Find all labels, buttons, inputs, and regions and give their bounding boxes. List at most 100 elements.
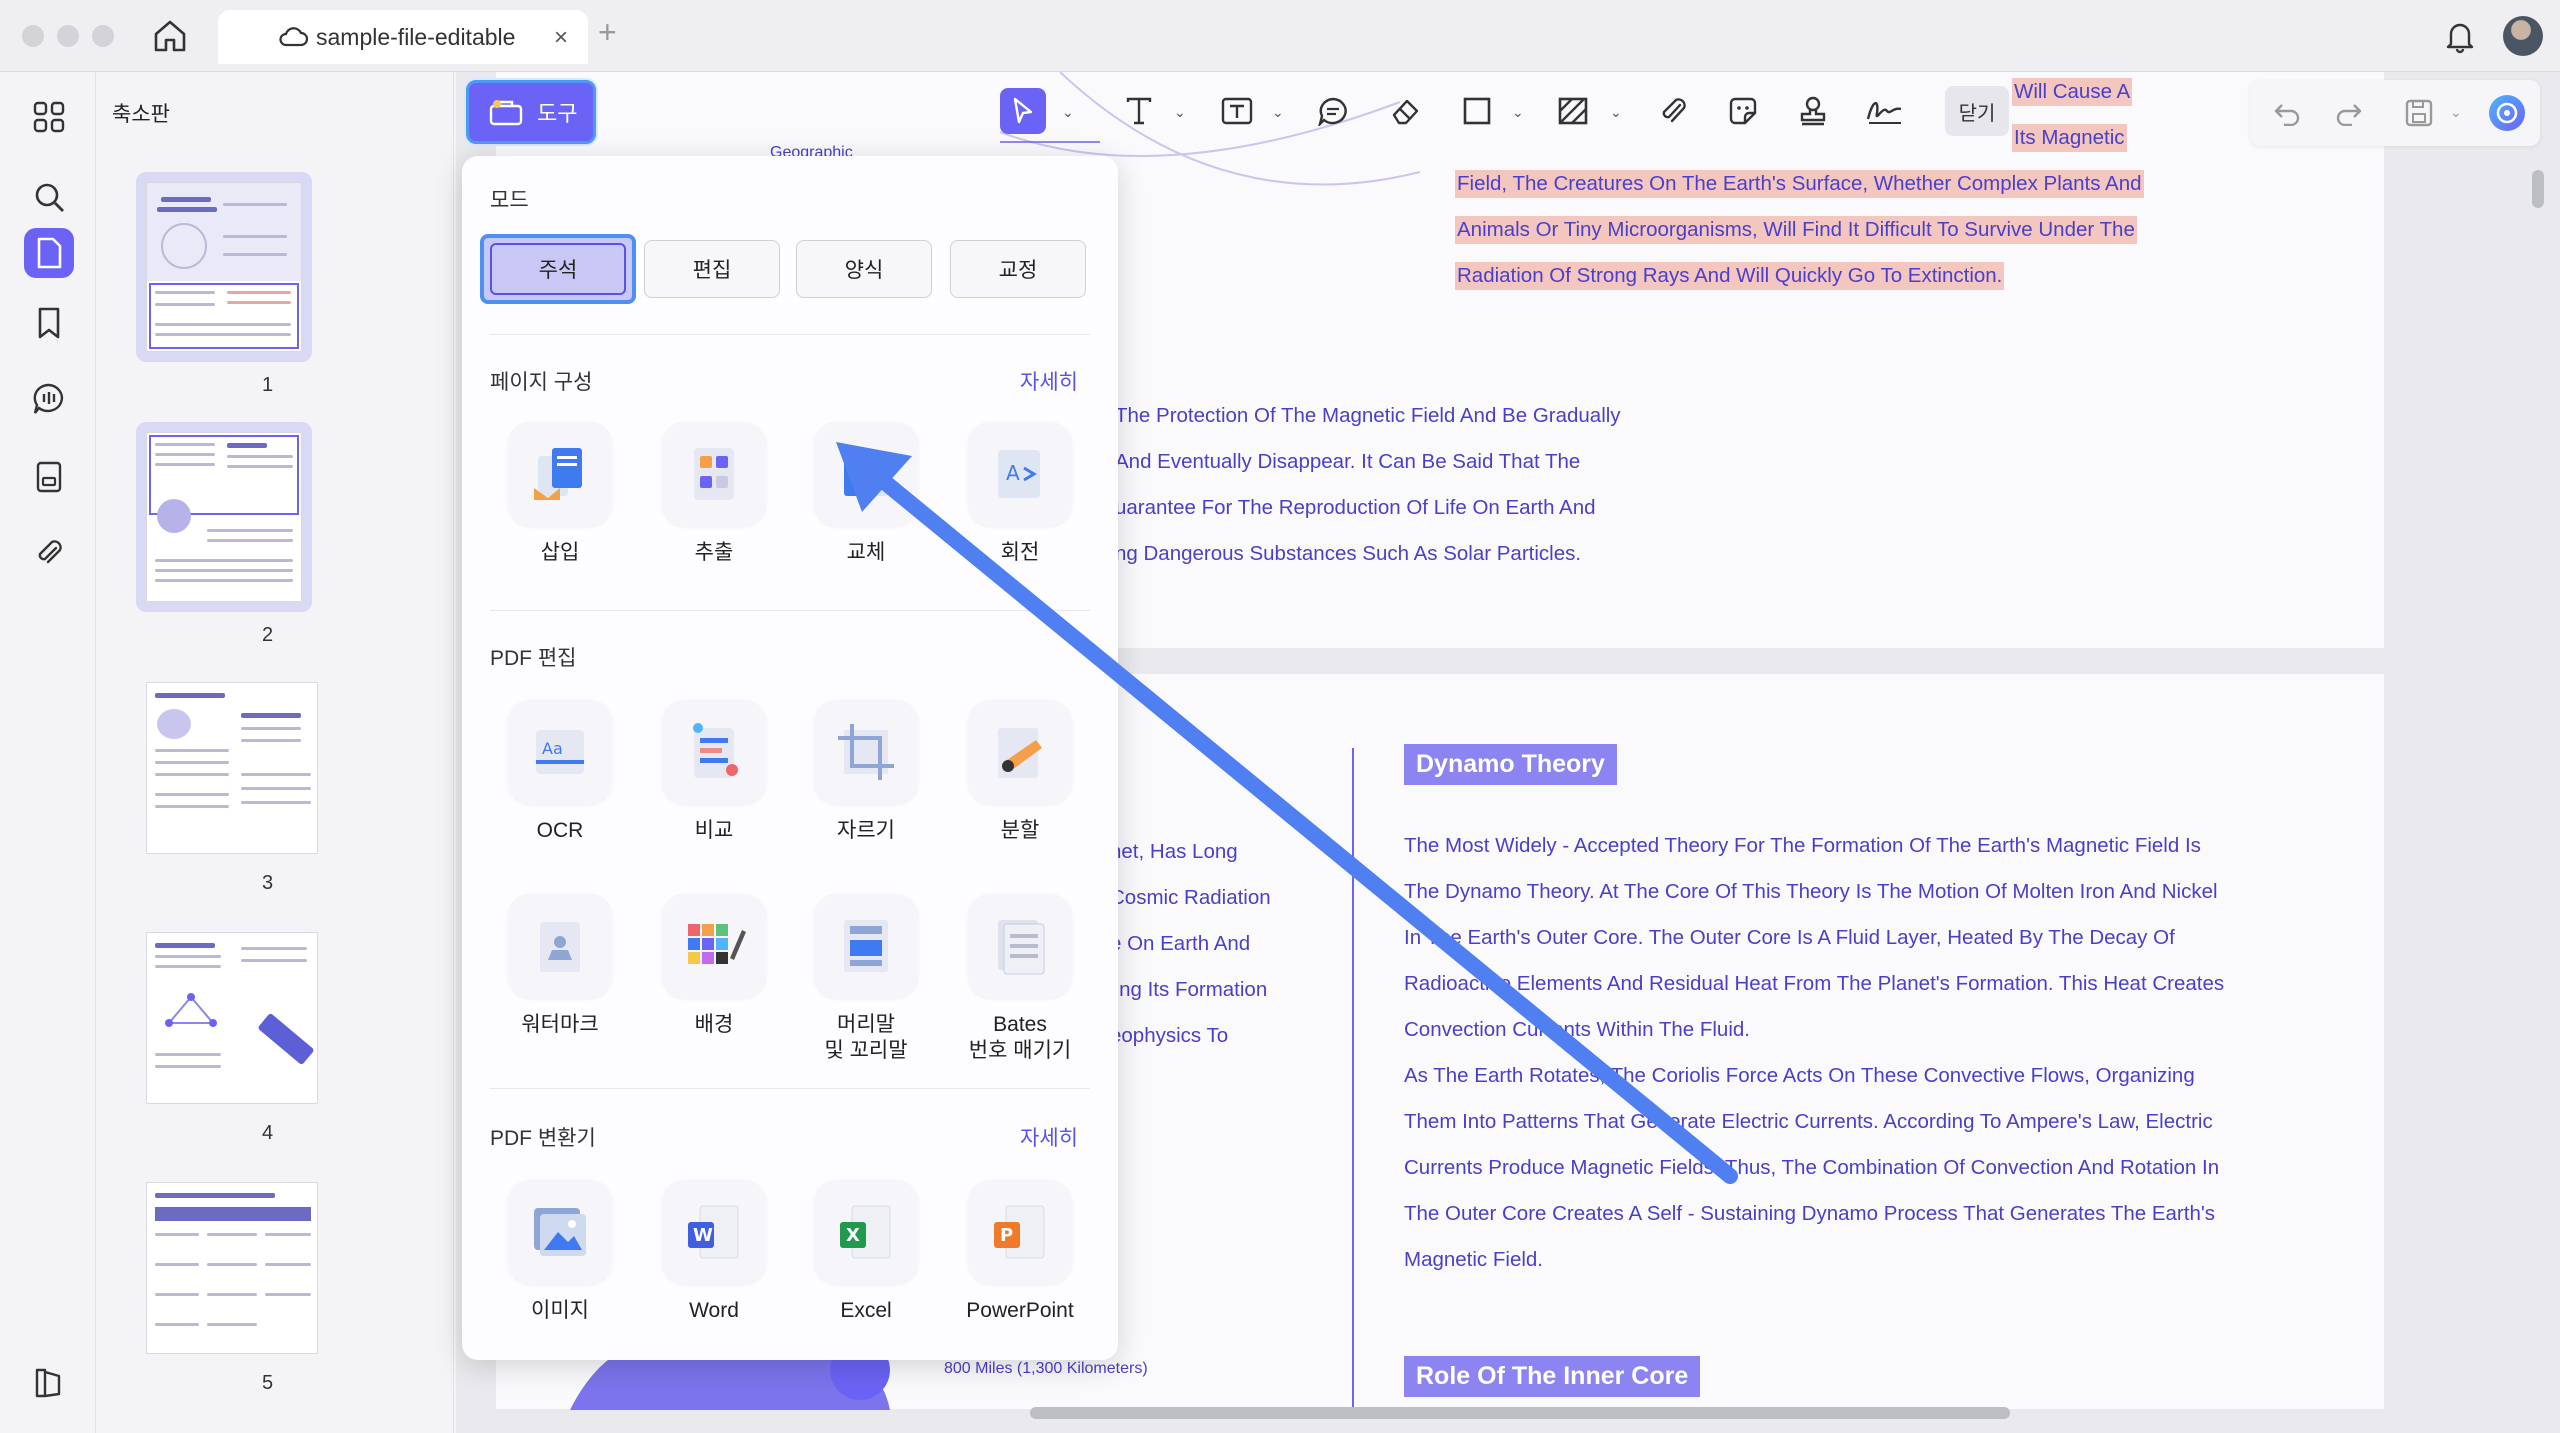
tool-label: Word [689,1299,739,1322]
attachment-icon[interactable] [24,528,74,578]
chevron-down-icon[interactable]: ⌄ [1272,104,1284,121]
bookmark-icon[interactable] [24,298,74,348]
home-icon[interactable] [150,18,190,54]
tool-background[interactable]: 배경 [640,894,780,1074]
document-tab[interactable]: sample-file-editable × [218,10,588,64]
header-footer-icon [814,894,918,998]
sticker-icon[interactable] [1720,88,1766,134]
comment-tool-icon[interactable] [1310,88,1356,134]
attachment-tool-icon[interactable] [1650,88,1696,134]
search-icon[interactable] [24,172,74,222]
bell-icon[interactable] [2443,18,2477,54]
section-heading-inner-core: Role Of The Inner Core [1404,1356,1701,1397]
tool-crop[interactable]: 자르기 [792,700,932,880]
tool-to-excel[interactable]: X Excel [792,1180,932,1360]
undo-icon[interactable] [2264,90,2310,136]
tool-to-image[interactable]: 이미지 [486,1180,626,1360]
textbox-tool-icon[interactable] [1214,88,1260,134]
horizontal-scrollbar[interactable] [1030,1407,2010,1419]
tool-header-footer[interactable]: 머리말 및 꼬리말 [792,894,932,1074]
tools-popover: 모드 주석 편집 양식 교정 페이지 구성 자세히 삽입 추출 교체 A 회전 … [462,156,1118,1360]
tool-to-powerpoint[interactable]: P PowerPoint [946,1180,1086,1360]
chevron-down-icon[interactable]: ⌄ [2450,104,2462,121]
body-text-line: Radioactive Elements And Residual Heat F… [1404,972,2225,995]
body-text-line: Currents Produce Magnetic Fields. Thus, … [1404,1156,2220,1179]
redo-icon[interactable] [2326,90,2372,136]
svg-text:W: W [693,1225,713,1246]
highlight-line[interactable]: Field, The Creatures On The Earth's Surf… [1455,170,2144,198]
thumbnail-page-4[interactable] [136,922,318,1112]
tool-extract[interactable]: 추출 [640,422,780,602]
body-text-line: e On Earth And [1110,932,1251,955]
highlight-line[interactable]: Radiation Of Strong Rays And Will Quickl… [1455,262,2005,290]
chevron-down-icon[interactable]: ⌄ [1062,104,1074,121]
thumbnail-page-5[interactable] [136,1172,318,1362]
tool-replace[interactable]: 교체 [792,422,932,602]
convert-section-more-link[interactable]: 자세히 [1020,1122,1078,1152]
svg-text:Aa: Aa [542,739,563,758]
thumbnail-page-1[interactable] [136,172,312,362]
tool-split[interactable]: 분할 [946,700,1086,880]
tool-insert[interactable]: 삽입 [486,422,626,602]
tool-to-word[interactable]: W Word [640,1180,780,1360]
body-text-line: net, Has Long [1110,840,1238,863]
tool-label: 비교 [694,819,734,842]
body-text-line: ling Its Formation [1110,978,1268,1001]
text-tool-icon[interactable] [1116,88,1162,134]
tool-compare[interactable]: 비교 [640,700,780,880]
background-icon [662,894,766,998]
avatar[interactable] [2503,16,2543,56]
mode-proofread-button[interactable]: 교정 [950,240,1086,298]
chevron-down-icon[interactable]: ⌄ [1174,104,1186,121]
diagram-caption: 800 Miles (1,300 Kilometers) [944,1360,1148,1377]
signature-icon[interactable] [1862,88,1908,134]
vertical-scrollbar[interactable] [2532,170,2544,208]
replace-page-icon [814,422,918,526]
compare-icon [662,700,766,804]
tab-close-button[interactable]: × [554,24,568,52]
thumbnail-number: 3 [262,872,274,894]
area-hatch-icon[interactable] [1550,88,1596,134]
rectangle-tool-icon[interactable] [1454,88,1500,134]
watermark-icon [508,894,612,998]
thumbnail-page-2[interactable] [136,422,312,612]
highlight-line[interactable]: Will Cause A [2012,78,2133,106]
tool-rotate[interactable]: A 회전 [946,422,1086,602]
mode-annotate-button[interactable]: 주석 [480,234,636,304]
thumbnail-page-3[interactable] [136,672,318,862]
select-tool-icon[interactable] [1000,88,1046,134]
comment-icon[interactable] [24,374,74,424]
mode-form-button[interactable]: 양식 [796,240,932,298]
tool-label: PowerPoint [966,1299,1074,1322]
body-text-line: ng Dangerous Substances Such As Solar Pa… [1115,542,1582,565]
tools-button[interactable]: 도구 [466,80,596,144]
tool-bates-numbering[interactable]: Bates 번호 매기기 [946,894,1086,1074]
tool-label: Excel [840,1299,892,1322]
app-grid-icon[interactable] [24,92,74,142]
chevron-down-icon[interactable]: ⌄ [1512,104,1524,121]
save-icon[interactable] [2396,90,2442,136]
tool-label: 머리말 및 꼬리말 [824,1013,908,1062]
thumbnails-icon[interactable] [24,228,74,278]
body-text-line: eophysics To [1110,1024,1229,1047]
document-icon[interactable] [24,452,74,502]
close-window-button[interactable] [22,25,44,47]
chevron-down-icon[interactable]: ⌄ [1610,104,1622,121]
divider [490,1088,1090,1089]
sidebar-toggle-icon[interactable] [24,1358,74,1408]
close-toolbar-button[interactable]: 닫기 [1945,86,2009,136]
body-text-line: The Dynamo Theory. At The Core Of This T… [1404,880,2218,903]
stamp-icon[interactable] [1790,88,1836,134]
eraser-icon[interactable] [1382,88,1428,134]
minimize-window-button[interactable] [57,25,79,47]
new-tab-button[interactable]: + [598,14,617,51]
page-section-more-link[interactable]: 자세히 [1020,366,1078,396]
highlight-line[interactable]: Its Magnetic [2012,124,2127,152]
mode-edit-button[interactable]: 편집 [644,240,780,298]
ai-assistant-icon[interactable] [2484,90,2530,136]
tool-ocr[interactable]: Aa OCR [486,700,626,880]
body-text-line: In The Earth's Outer Core. The Outer Cor… [1404,926,2175,949]
highlight-line[interactable]: Animals Or Tiny Microorganisms, Will Fin… [1455,216,2137,244]
zoom-window-button[interactable] [92,25,114,47]
tool-watermark[interactable]: 워터마크 [486,894,626,1074]
